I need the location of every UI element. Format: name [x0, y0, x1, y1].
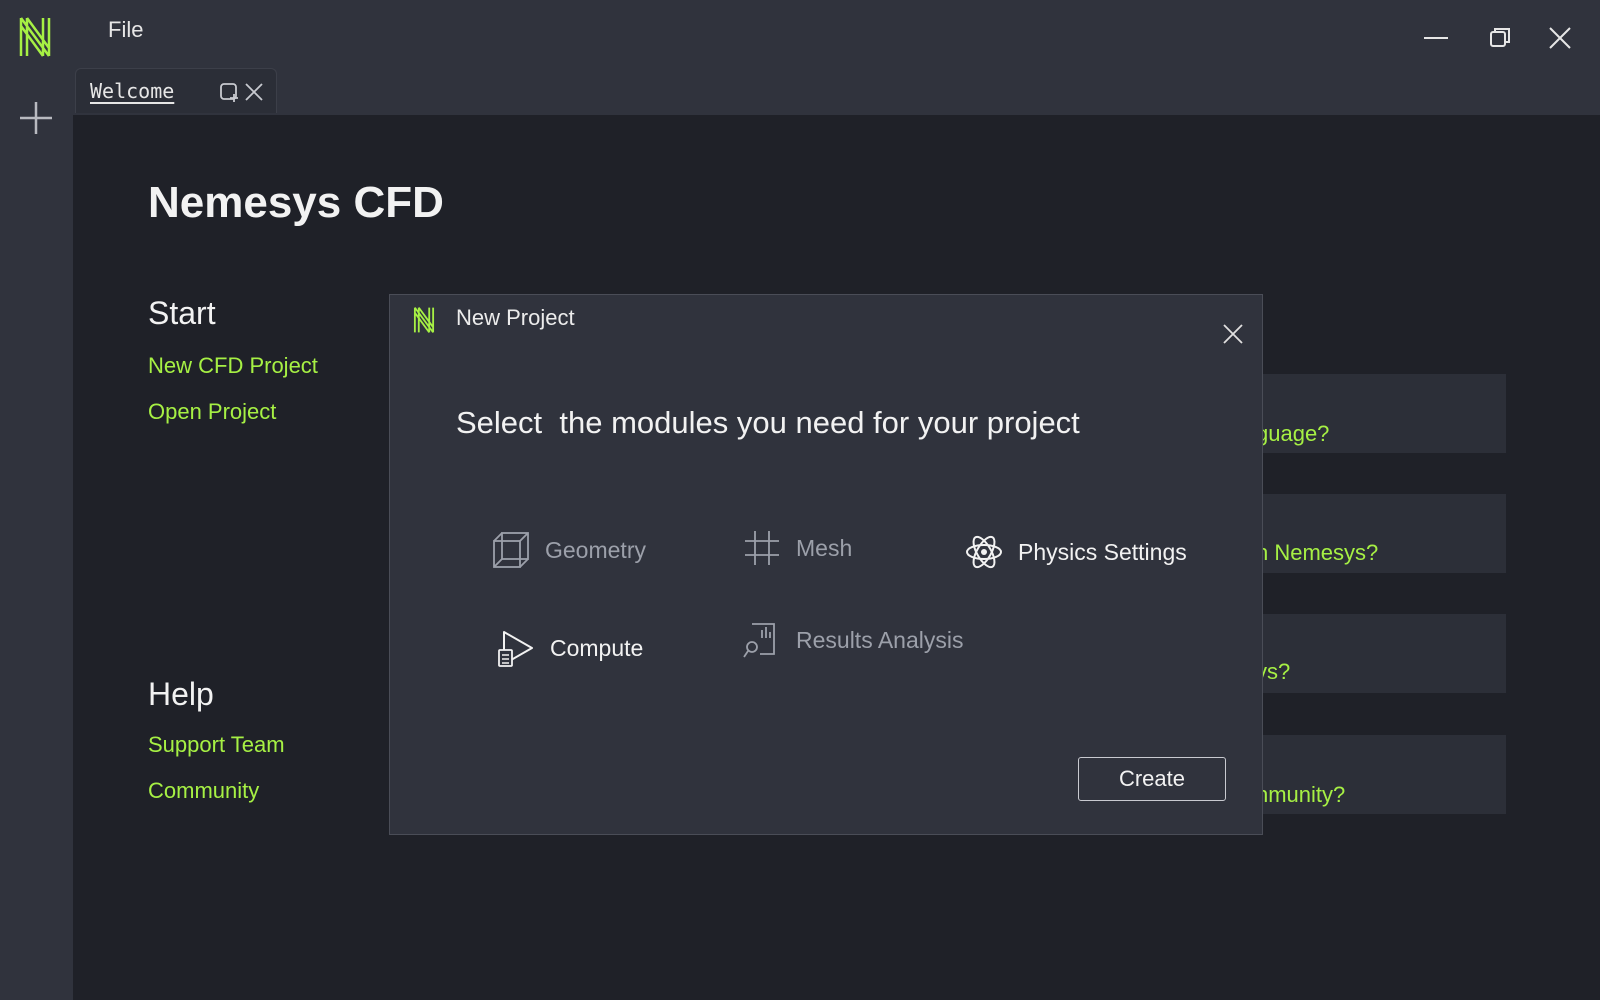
- results-analysis-icon: [743, 623, 775, 658]
- new-project-dialog: New Project Select the modules you need …: [389, 294, 1263, 835]
- community-link[interactable]: Community: [148, 778, 259, 804]
- compute-icon: [498, 631, 533, 667]
- faq-link[interactable]: guage?: [1256, 421, 1329, 447]
- faq-link[interactable]: n Nemesys?: [1256, 540, 1378, 566]
- module-physics-settings[interactable]: Physics Settings: [964, 532, 1187, 572]
- create-button[interactable]: Create: [1078, 757, 1226, 801]
- activity-bar: [0, 0, 73, 1000]
- close-tab-icon[interactable]: [243, 81, 265, 103]
- title-bar: [73, 0, 1600, 115]
- module-compute[interactable]: Compute: [496, 628, 643, 668]
- module-label: Mesh: [796, 534, 853, 561]
- cube-icon: [493, 532, 529, 568]
- add-icon[interactable]: [18, 100, 54, 136]
- close-window-icon[interactable]: [1542, 20, 1578, 56]
- module-label: Physics Settings: [1018, 538, 1187, 565]
- help-heading: Help: [148, 676, 214, 712]
- module-geometry[interactable]: Geometry: [491, 530, 646, 570]
- new-cfd-project-link[interactable]: New CFD Project: [148, 353, 318, 379]
- module-mesh[interactable]: Mesh: [742, 528, 852, 568]
- split-editor-icon[interactable]: [219, 81, 241, 103]
- nemesys-logo-icon: [19, 17, 51, 57]
- faq-link[interactable]: nmunity?: [1256, 782, 1345, 808]
- open-project-link[interactable]: Open Project: [148, 399, 276, 425]
- close-dialog-icon[interactable]: [1222, 323, 1244, 345]
- grid-icon: [745, 531, 779, 565]
- module-label: Geometry: [545, 536, 646, 563]
- atom-icon: [966, 535, 1002, 569]
- module-results-analysis[interactable]: Results Analysis: [742, 620, 963, 660]
- module-label: Results Analysis: [796, 626, 964, 653]
- tab-welcome[interactable]: Welcome: [75, 68, 277, 113]
- page-title: Nemesys CFD: [148, 178, 444, 227]
- dialog-title: New Project: [456, 305, 575, 330]
- dialog-heading: Select the modules you need for your pro…: [456, 405, 1080, 440]
- menu-file[interactable]: File: [108, 17, 143, 43]
- restore-icon[interactable]: [1482, 20, 1518, 56]
- minimize-icon[interactable]: [1418, 20, 1454, 56]
- nemesys-logo-icon: [413, 307, 435, 333]
- module-label: Compute: [550, 634, 644, 661]
- tab-label: Welcome: [90, 79, 175, 103]
- start-heading: Start: [148, 295, 216, 331]
- support-team-link[interactable]: Support Team: [148, 732, 285, 758]
